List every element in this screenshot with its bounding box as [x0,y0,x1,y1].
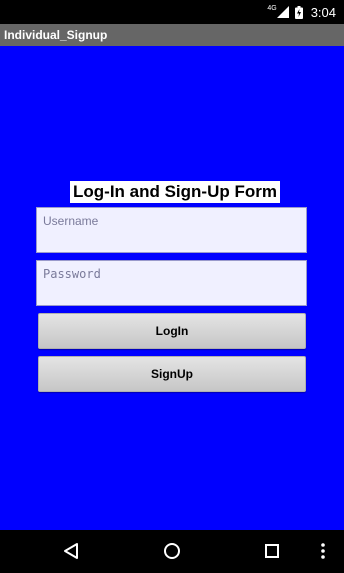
overflow-menu-icon[interactable] [320,542,326,565]
home-icon[interactable] [163,542,181,565]
signal-icon [276,6,289,18]
app-title: Individual_Signup [4,28,108,42]
navigation-bar [0,530,344,573]
username-field[interactable]: Username [36,207,307,253]
signup-button[interactable]: SignUp [38,356,306,392]
back-icon[interactable] [62,542,80,565]
password-field[interactable]: Password [36,260,307,306]
app-title-bar: Individual_Signup [0,24,344,46]
form-title: Log-In and Sign-Up Form [70,181,280,203]
login-button-label: LogIn [155,324,189,338]
clock: 3:04 [310,4,336,20]
login-button[interactable]: LogIn [38,313,306,349]
recent-apps-icon[interactable] [264,542,280,565]
main-content: Log-In and Sign-Up Form Username Passwor… [0,46,344,530]
status-bar: 4G 3:04 [0,0,344,24]
battery-icon [294,5,303,19]
signup-button-label: SignUp [151,367,193,381]
network-type: 4G [267,4,277,12]
password-placeholder: Password [43,267,101,281]
username-placeholder: Username [43,214,99,228]
